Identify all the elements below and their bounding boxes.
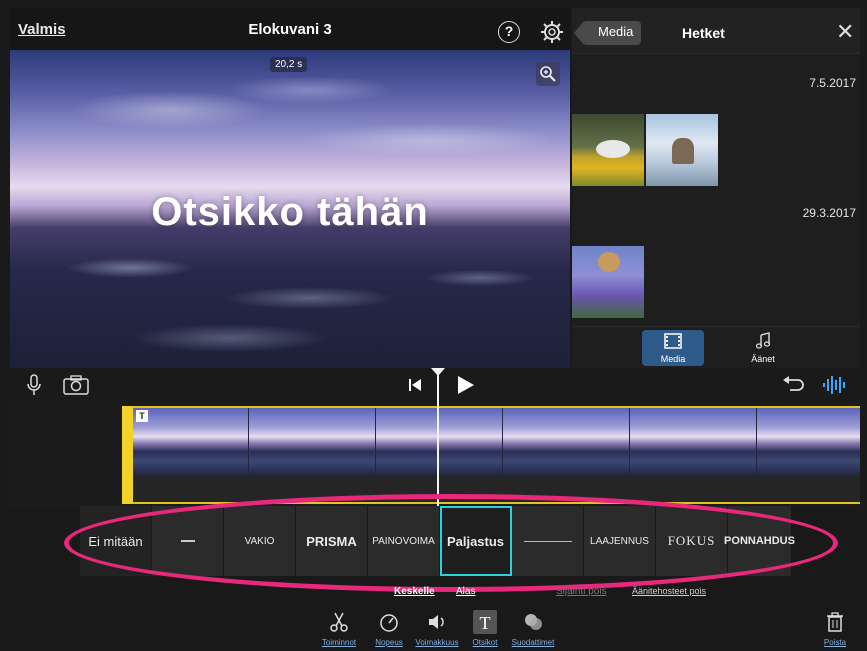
scissors-icon: [330, 612, 348, 632]
tool-speed[interactable]: Nopeus: [364, 608, 414, 651]
music-note-icon: [755, 332, 771, 349]
tab-audio[interactable]: Äänet: [732, 330, 794, 366]
clip-frame: [630, 408, 757, 476]
media-title: Hetket: [682, 25, 725, 41]
video-clip[interactable]: [122, 406, 860, 504]
camera-icon[interactable]: [62, 374, 90, 396]
film-icon: [664, 333, 682, 349]
imovie-screen: Valmis Elokuvani 3 ? 20,2 s Otsikko tähä…: [10, 8, 860, 651]
top-bar: Valmis Elokuvani 3 ?: [10, 8, 570, 50]
timeline[interactable]: T: [10, 402, 860, 508]
tool-label: Otsikot: [472, 638, 498, 647]
dog-shape: [598, 252, 620, 272]
title-overlay-text[interactable]: Otsikko tähän: [10, 190, 570, 235]
help-button[interactable]: ?: [498, 21, 520, 43]
media-back-button[interactable]: Media: [573, 21, 642, 45]
project-title: Elokuvani 3: [248, 21, 332, 38]
media-thumbnail-dog[interactable]: [572, 246, 644, 318]
trash-icon: [827, 612, 843, 632]
settings-gear-icon[interactable]: [540, 20, 564, 44]
undo-icon[interactable]: [780, 374, 804, 396]
media-thumbnail-deer[interactable]: [646, 114, 718, 186]
clip-frame: [376, 408, 503, 476]
microphone-icon[interactable]: [24, 373, 44, 397]
snowy-landscape: [10, 228, 570, 368]
tool-label: Suodattimet: [511, 638, 555, 647]
duration-badge: 20,2 s: [270, 57, 308, 72]
playhead: [437, 372, 439, 508]
video-preview[interactable]: 20,2 s Otsikko tähän: [10, 50, 570, 368]
inspector-toolbar: Toiminnot Nopeus Voimakkuus T Otsikot Su…: [10, 608, 860, 651]
playhead-marker: [431, 368, 445, 376]
tool-delete[interactable]: Poista: [810, 608, 860, 651]
date-header: 7.5.2017: [809, 76, 856, 90]
option-location-off[interactable]: Sijainti pois: [556, 586, 607, 597]
title-marker-icon: T: [136, 410, 148, 422]
tool-filters[interactable]: Suodattimet: [508, 608, 558, 651]
highlight-annotation-ring: [64, 494, 838, 592]
media-tab-bar: Media Äänet: [572, 326, 860, 368]
tab-audio-label: Äänet: [751, 354, 775, 364]
speedometer-icon: [380, 614, 398, 632]
tab-media[interactable]: Media: [642, 330, 704, 366]
audio-waveform-icon[interactable]: [822, 373, 848, 397]
option-sound-effects-off[interactable]: Äänitehosteet pois: [632, 586, 706, 596]
filter-circles-icon: [525, 614, 542, 630]
zoom-icon[interactable]: [536, 62, 560, 86]
media-header: Media Hetket ✕: [572, 8, 860, 54]
rabbit-shape: [596, 140, 630, 158]
play-icon[interactable]: [454, 374, 476, 396]
tool-label: Voimakkuus: [415, 638, 459, 647]
deer-shape: [672, 138, 694, 164]
svg-text:T: T: [480, 613, 491, 633]
tool-volume[interactable]: Voimakkuus: [412, 608, 462, 651]
clip-trim-handle[interactable]: [122, 406, 133, 504]
media-browser: Media Hetket ✕ 7.5.2017 29.3.2017 Media …: [572, 8, 860, 368]
tool-label: Nopeus: [375, 638, 403, 647]
option-lower[interactable]: Alas: [456, 586, 475, 597]
title-t-icon: T: [473, 610, 497, 634]
clip-frame: [757, 408, 860, 476]
delete-label: Poista: [823, 638, 847, 647]
clip-frame: [503, 408, 630, 476]
clip-frame: [249, 408, 376, 476]
tool-titles[interactable]: T Otsikot: [460, 608, 510, 651]
tool-label: Toiminnot: [321, 638, 357, 647]
title-options: Keskelle Alas Sijainti pois Äänitehostee…: [10, 586, 860, 600]
option-center[interactable]: Keskelle: [394, 586, 435, 597]
date-header: 29.3.2017: [802, 206, 856, 220]
tab-media-label: Media: [660, 354, 686, 364]
close-icon[interactable]: ✕: [836, 21, 854, 43]
tool-actions[interactable]: Toiminnot: [314, 608, 364, 651]
rewind-to-start-icon[interactable]: [406, 376, 424, 394]
speaker-icon: [429, 615, 444, 629]
media-thumbnail-rabbit[interactable]: [572, 114, 644, 186]
